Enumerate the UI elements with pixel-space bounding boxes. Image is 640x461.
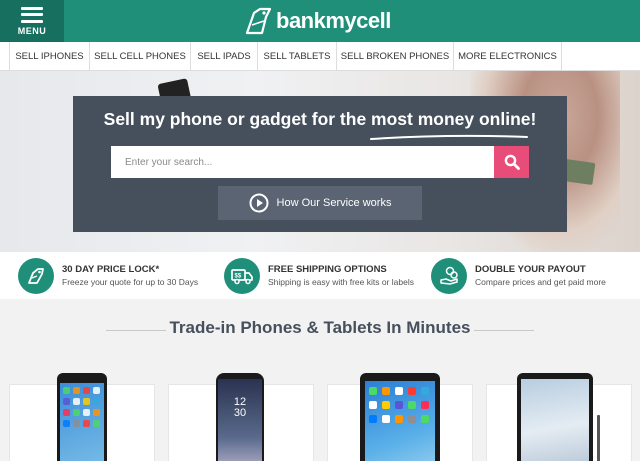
s-pen-image — [597, 415, 600, 461]
underline-swoosh-icon — [370, 134, 528, 140]
logo-text: bankmycell — [276, 8, 391, 33]
hamburger-icon — [21, 6, 43, 23]
search-panel: Sell my phone or gadget for the most mon… — [73, 96, 567, 232]
feature-price-lock: 30 DAY PRICE LOCK* Freeze your quote for… — [18, 258, 198, 294]
play-circle-icon — [249, 193, 269, 213]
nav-sell-iphones[interactable]: SELL IPHONES — [9, 42, 90, 71]
nav-more-electronics[interactable]: MORE ELECTRONICS — [454, 42, 562, 71]
feature-description: Shipping is easy with free kits or label… — [268, 277, 414, 287]
device-card-iphone[interactable] — [9, 373, 155, 461]
tag-phone-logo-icon — [245, 7, 272, 35]
feature-description: Freeze your quote for up to 30 Days — [62, 277, 199, 287]
nav-sell-tablets[interactable]: SELL TABLETS — [258, 42, 337, 71]
category-nav: SELL IPHONES SELL CELL PHONES SELL IPADS… — [0, 42, 640, 71]
svg-text:$$: $$ — [235, 274, 242, 280]
site-header: MENU bankmycell — [0, 0, 640, 42]
galaxy-phone-image: 12 30 — [216, 373, 264, 461]
lock-screen-minute: 30 — [233, 407, 247, 419]
feature-strip: 30 DAY PRICE LOCK* Freeze your quote for… — [0, 252, 640, 299]
nav-sell-cell-phones[interactable]: SELL CELL PHONES — [90, 42, 191, 71]
hero-cash-image — [562, 159, 596, 185]
how-it-works-label: How Our Service works — [276, 197, 392, 209]
truck-icon: $$ — [224, 258, 260, 294]
ipad-image — [360, 373, 440, 461]
device-card-galaxy-tab[interactable] — [486, 373, 632, 461]
galaxy-tab-image — [517, 373, 593, 461]
section-title: Trade-in Phones & Tablets In Minutes — [169, 318, 471, 337]
feature-double-payout: DOUBLE YOUR PAYOUT Compare prices and ge… — [431, 258, 606, 294]
search-button[interactable] — [494, 146, 529, 178]
feature-title: DOUBLE YOUR PAYOUT — [475, 264, 586, 275]
iphone-image — [57, 373, 107, 461]
feature-title: FREE SHIPPING OPTIONS — [268, 264, 387, 275]
search-icon — [504, 154, 520, 170]
divider-right — [474, 330, 534, 331]
nav-sell-broken-phones[interactable]: SELL BROKEN PHONES — [337, 42, 454, 71]
device-card-ipad[interactable] — [327, 373, 473, 461]
hero-banner: Sell my phone or gadget for the most mon… — [0, 71, 640, 252]
feature-title: 30 DAY PRICE LOCK* — [62, 264, 160, 275]
device-card-galaxy[interactable]: 12 30 — [168, 373, 314, 461]
feature-free-shipping: $$ FREE SHIPPING OPTIONS Shipping is eas… — [224, 258, 414, 294]
hero-title: Sell my phone or gadget for the most mon… — [103, 109, 537, 129]
price-tag-icon — [18, 258, 54, 294]
site-logo[interactable]: bankmycell — [244, 6, 391, 36]
section-header: Trade-in Phones & Tablets In Minutes — [0, 318, 640, 342]
feature-description: Compare prices and get paid more — [475, 277, 606, 287]
how-it-works-button[interactable]: How Our Service works — [218, 186, 422, 220]
coins-hand-icon — [431, 258, 467, 294]
menu-button[interactable]: MENU — [0, 0, 64, 42]
search-input[interactable] — [111, 146, 494, 178]
nav-sell-ipads[interactable]: SELL IPADS — [191, 42, 258, 71]
menu-label: MENU — [17, 25, 47, 36]
